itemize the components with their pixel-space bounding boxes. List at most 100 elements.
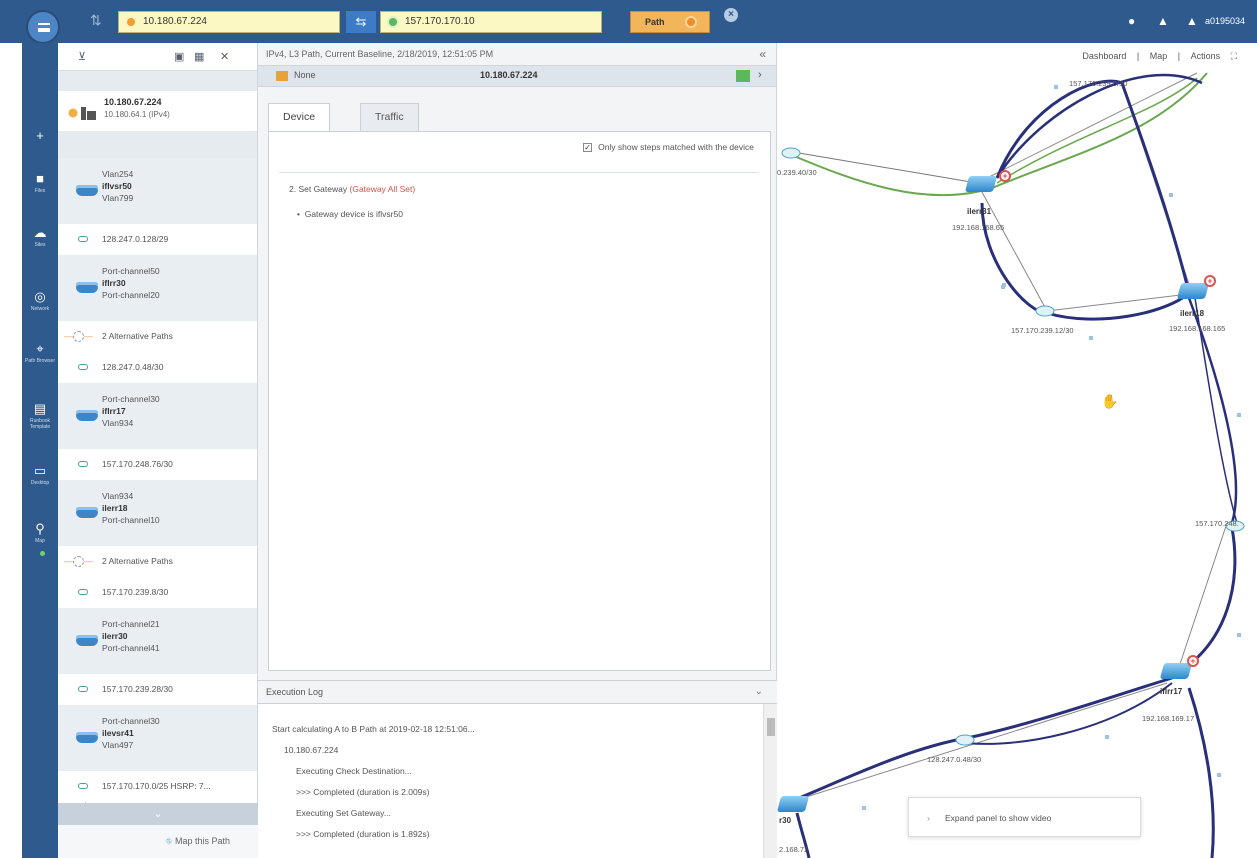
chevron-down-icon[interactable]: ⌄	[755, 681, 763, 703]
map-this-path-button[interactable]: ⛗ Map this Path	[58, 825, 258, 858]
only-show-checkbox[interactable]: ✓ Only show steps matched with the device	[583, 142, 754, 153]
chevron-right-icon: ›	[927, 813, 930, 823]
map-path-link	[1120, 82, 1191, 294]
hop-device[interactable]: Port-channel30 ilevsr41 Vlan497	[58, 705, 257, 771]
panel-spacer	[58, 131, 257, 158]
next-icon[interactable]: ›	[758, 69, 762, 81]
map-icon: ⚲	[35, 521, 45, 536]
hop-network[interactable]: 157.170.248.76/30	[58, 449, 257, 480]
map-link	[976, 72, 1198, 184]
router-icon[interactable]	[1159, 663, 1193, 679]
source-dot-icon	[125, 16, 137, 28]
hop-device[interactable]: Port-channel21 ilerr30 Port-channel41	[58, 608, 257, 674]
dest-ip-field[interactable]: 157.170.170.10	[380, 11, 602, 33]
hop-network[interactable]: 157.170.239.28/30	[58, 674, 257, 705]
nav-runbook[interactable]: ▤ Runbook Template	[22, 401, 58, 430]
router-icon[interactable]	[1176, 283, 1210, 299]
checkbox-checked-icon[interactable]: ✓	[583, 143, 593, 153]
path-info-text: IPv4, L3 Path, Current Baseline, 2/18/20…	[266, 49, 494, 59]
nav-map[interactable]: ⚲ Map	[22, 521, 58, 544]
exec-line: Start calculating A to B Path at 2019-02…	[272, 724, 475, 734]
scrollbar[interactable]	[763, 704, 777, 858]
switch-icon	[76, 185, 98, 196]
nav-path-browser[interactable]: ⌖ Path Browser	[22, 341, 58, 364]
close-icon[interactable]: ×	[724, 8, 738, 22]
topology-map[interactable]: Dashboard | Map | Actions ⛶ + + + 157.17…	[777, 43, 1257, 858]
nav-sites[interactable]: ☁ Sites	[22, 225, 58, 248]
switch-icon	[76, 282, 98, 293]
dashboard-link[interactable]: Dashboard	[1078, 51, 1130, 61]
dest-dot-icon	[387, 16, 399, 28]
user-icon[interactable]: ▲	[1186, 14, 1198, 28]
hop-device[interactable]: Port-channel50 iflrr30 Port-channel20	[58, 255, 257, 321]
nav-files[interactable]: ■ Files	[22, 171, 58, 194]
scroll-down-button[interactable]: ⌄	[58, 803, 258, 825]
nav-add[interactable]: +	[22, 128, 58, 144]
expand-node-icon[interactable]: +	[1204, 275, 1216, 287]
switch-icon	[76, 507, 98, 518]
nav-network[interactable]: ◎ Network	[22, 289, 58, 312]
user-name[interactable]: a0195034	[1205, 16, 1245, 26]
switch-icon	[76, 732, 98, 743]
source-device[interactable]: 10.180.67.224 10.180.64.1 (IPv4)	[58, 91, 257, 131]
collapse-panel-icon[interactable]: «	[759, 43, 766, 65]
expand-node-icon[interactable]: +	[999, 170, 1011, 182]
hop-device[interactable]: Vlan254 iflvsr50 Vlan799	[58, 158, 257, 224]
hop-device[interactable]: Port-channel30 iflrr17 Vlan934	[58, 383, 257, 449]
map-links	[781, 72, 1245, 858]
map-node-name: ilerr31	[967, 207, 992, 216]
close-panel-icon[interactable]: ✕	[220, 50, 229, 63]
scrollbar-thumb[interactable]	[767, 718, 775, 736]
plus-icon: +	[36, 128, 44, 143]
map-ip-label: 192.168.168.165	[1169, 324, 1226, 333]
router-icon[interactable]	[964, 176, 998, 192]
cloud-icon	[78, 589, 88, 595]
export-icon[interactable]: ▦	[194, 50, 204, 63]
execution-log-title: Execution Log	[266, 687, 324, 697]
map-marker	[862, 806, 866, 810]
hop-network[interactable]: 128.247.0.128/29	[58, 224, 257, 255]
hop-alternative-paths[interactable]: — — 2 Alternative Paths	[58, 546, 257, 577]
actions-link[interactable]: Actions	[1187, 51, 1225, 61]
exec-line: 10.180.67.224	[284, 745, 339, 755]
chat-icon[interactable]: ●	[1128, 14, 1135, 28]
hop-network[interactable]: 157.170.239.8/30	[58, 577, 257, 608]
path-button[interactable]: Path	[630, 11, 710, 33]
hop-device[interactable]: Vlan934 ilerr18 Port-channel10	[58, 480, 257, 546]
router-icon[interactable]	[777, 796, 810, 812]
divider	[279, 172, 759, 173]
current-device-name: 10.180.67.224	[480, 70, 538, 80]
map-link	[976, 182, 1048, 312]
alternative-paths-icon: — —	[64, 331, 93, 343]
bell-icon[interactable]: ▲	[1157, 14, 1169, 28]
source-ip-text: 10.180.67.224	[143, 16, 207, 27]
menu-icon	[38, 23, 50, 32]
tab-traffic-state[interactable]: Traffic State	[360, 103, 419, 149]
swap-button[interactable]: ⇆	[346, 11, 376, 33]
path-settings-icon[interactable]	[685, 16, 697, 28]
execution-log-header[interactable]: Execution Log ⌄	[258, 680, 777, 704]
host-icon	[68, 107, 96, 120]
hop-network[interactable]: 128.247.0.48/30	[58, 352, 257, 383]
source-ip-field[interactable]: 10.180.67.224	[118, 11, 340, 33]
map-ip-label: 157.170.248.	[1195, 519, 1239, 528]
none-badge-icon	[276, 71, 288, 81]
tab-device-log[interactable]: Device Log	[268, 103, 331, 149]
expand-video-panel[interactable]: › Expand panel to show video	[908, 797, 1141, 837]
map-link-menu[interactable]: Map	[1146, 51, 1172, 61]
nav-desktop[interactable]: ▭ Desktop	[22, 463, 58, 486]
path-tree-icon[interactable]: ⊻	[78, 50, 86, 63]
hop-alternative-paths[interactable]: — — 2 Alternative Paths	[58, 321, 257, 352]
main-menu-button[interactable]	[26, 10, 60, 44]
map-this-path-label: Map this Path	[174, 836, 230, 846]
device-bar: None 10.180.67.224 ›	[258, 65, 776, 87]
bullet-text: Gateway device is iflvsr50	[304, 209, 403, 219]
hop-network[interactable]: 157.170.170.0/25 HSRP: 7...	[58, 771, 257, 802]
fullscreen-icon[interactable]: ⛶	[1227, 51, 1241, 61]
path-browser-icon: ⌖	[36, 341, 44, 356]
path-source-icon[interactable]: ⇅	[90, 12, 106, 30]
go-icon[interactable]	[736, 70, 750, 82]
save-icon[interactable]: ▣	[174, 50, 184, 63]
log-bullet: • Gateway device is iflvsr50	[297, 209, 403, 219]
expand-node-icon[interactable]: +	[1187, 655, 1199, 667]
